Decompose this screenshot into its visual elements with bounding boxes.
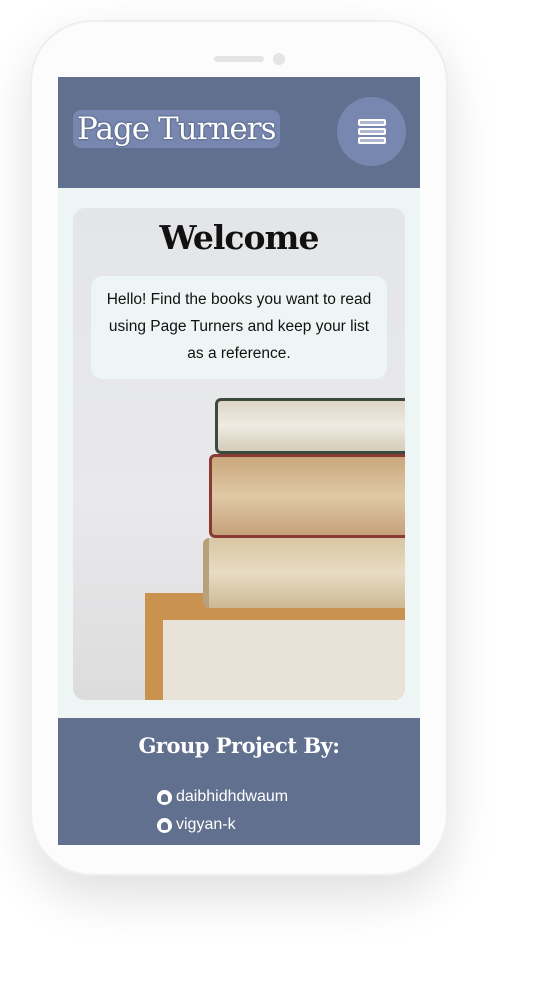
brand-logo-link[interactable]: Page Turners	[73, 110, 280, 148]
welcome-text: Hello! Find the books you want to read u…	[91, 276, 387, 379]
screen: Page Turners Welcome Hello! Find the boo…	[58, 77, 420, 845]
phone-side-button	[448, 222, 452, 322]
github-icon	[157, 789, 172, 805]
member-link[interactable]: daibhidhdwaum	[157, 788, 288, 806]
book-image	[203, 538, 405, 608]
member-link[interactable]: vigyan-k	[157, 816, 236, 834]
footer-title: Group Project By:	[138, 733, 340, 758]
menu-button[interactable]	[337, 97, 406, 166]
phone-speaker	[214, 56, 264, 62]
site-header: Page Turners	[58, 77, 420, 188]
github-icon	[157, 817, 172, 833]
shelf-interior-image	[163, 620, 405, 700]
book-image	[209, 454, 405, 538]
phone-camera	[273, 53, 285, 65]
welcome-card: Welcome Hello! Find the books you want t…	[73, 208, 405, 700]
books-stack-icon	[357, 119, 386, 126]
book-icon-bar	[357, 137, 386, 144]
welcome-title: Welcome	[159, 218, 320, 257]
member-name: daibhidhdwaum	[176, 788, 289, 805]
book-icon-bar	[357, 128, 386, 135]
site-footer: Group Project By: daibhidhdwaum vigyan-k	[58, 718, 420, 845]
member-name: vigyan-k	[176, 816, 236, 833]
book-image	[215, 398, 405, 454]
